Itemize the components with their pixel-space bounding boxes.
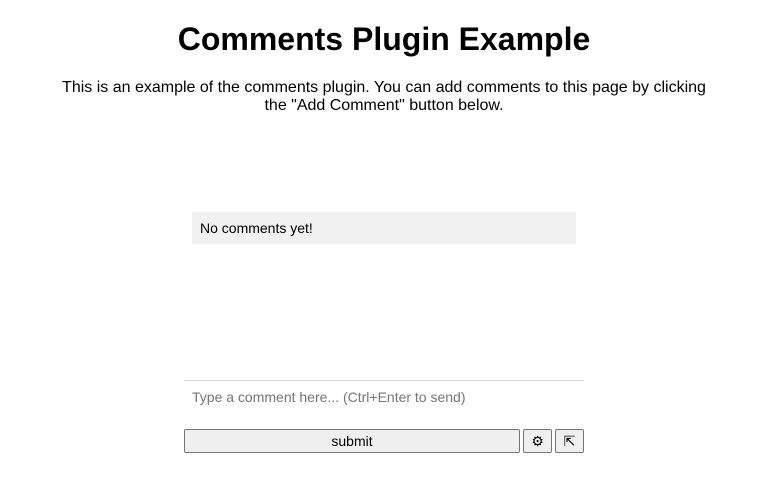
page: Comments Plugin Example This is an examp… — [0, 0, 768, 480]
submit-button[interactable]: submit — [184, 429, 520, 453]
page-title: Comments Plugin Example — [177, 21, 591, 57]
comments-list: No comments yet! — [192, 212, 576, 244]
gear-icon: ⚙ — [531, 433, 544, 450]
expand-icon: ⇱ — [563, 433, 576, 450]
comment-composer: submit ⚙ ⇱ — [184, 380, 584, 456]
page-description: This is an example of the comments plugi… — [62, 79, 706, 114]
expand-button[interactable]: ⇱ — [555, 429, 584, 453]
settings-button[interactable]: ⚙ — [523, 429, 552, 453]
empty-comments-message: No comments yet! — [200, 220, 313, 236]
comment-input[interactable] — [184, 380, 584, 414]
